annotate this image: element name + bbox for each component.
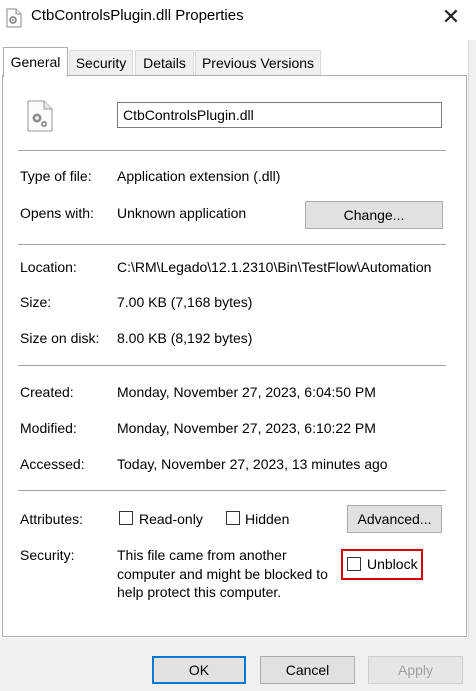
modified-value: Monday, November 27, 2023, 6:10:22 PM [117,420,376,436]
close-button[interactable]: ✕ [436,4,466,32]
size-label: Size: [20,294,52,310]
created-label: Created: [20,384,74,400]
opens-with-value: Unknown application [117,205,247,221]
hidden-label[interactable]: Hidden [245,511,289,527]
close-icon: ✕ [441,4,461,29]
apply-button[interactable]: Apply [368,656,463,684]
size-on-disk-value: 8.00 KB (8,192 bytes) [117,330,253,346]
file-name-field[interactable]: CtbControlsPlugin.dll [117,102,442,128]
read-only-label[interactable]: Read-only [139,511,203,527]
window-title: CtbControlsPlugin.dll Properties [31,7,244,24]
accessed-value: Today, November 27, 2023, 13 minutes ago [117,456,388,472]
unblock-checkbox[interactable] [347,557,361,571]
created-value: Monday, November 27, 2023, 6:04:50 PM [117,384,376,400]
opens-with-label: Opens with: [20,205,94,221]
unblock-label[interactable]: Unblock [367,556,418,572]
security-message-line-3: help protect this computer. [117,584,282,600]
modified-label: Modified: [20,420,77,436]
location-value: C:\RM\Legado\12.1.2310\Bin\TestFlow\Auto… [117,259,432,275]
security-message-line-1: This file came from another [117,547,287,563]
divider [18,490,446,491]
dll-file-icon [6,8,22,28]
security-label: Security: [20,547,75,563]
divider [18,365,446,366]
type-value: Application extension (.dll) [117,168,281,184]
security-message-line-2: computer and might be blocked to [117,566,328,582]
accessed-label: Accessed: [20,456,85,472]
cancel-button[interactable]: Cancel [260,656,355,684]
read-only-checkbox[interactable] [119,511,133,525]
tab-security[interactable]: Security [69,50,133,76]
ok-button[interactable]: OK [152,656,246,684]
divider [18,244,446,245]
hidden-checkbox[interactable] [226,511,240,525]
tab-general[interactable]: General [3,47,68,77]
size-on-disk-label: Size on disk: [20,330,100,346]
type-label: Type of file: [20,168,92,184]
advanced-button[interactable]: Advanced... [347,505,442,533]
tab-previous-versions[interactable]: Previous Versions [195,50,321,76]
dll-gear-file-icon [27,100,53,132]
change-button[interactable]: Change... [305,201,443,229]
window-edge [468,40,476,691]
size-value: 7.00 KB (7,168 bytes) [117,294,253,310]
location-label: Location: [20,259,77,275]
tab-details[interactable]: Details [135,50,194,76]
attributes-label: Attributes: [20,511,84,527]
divider [18,150,446,151]
title-bar: CtbControlsPlugin.dll Properties ✕ [0,0,476,38]
